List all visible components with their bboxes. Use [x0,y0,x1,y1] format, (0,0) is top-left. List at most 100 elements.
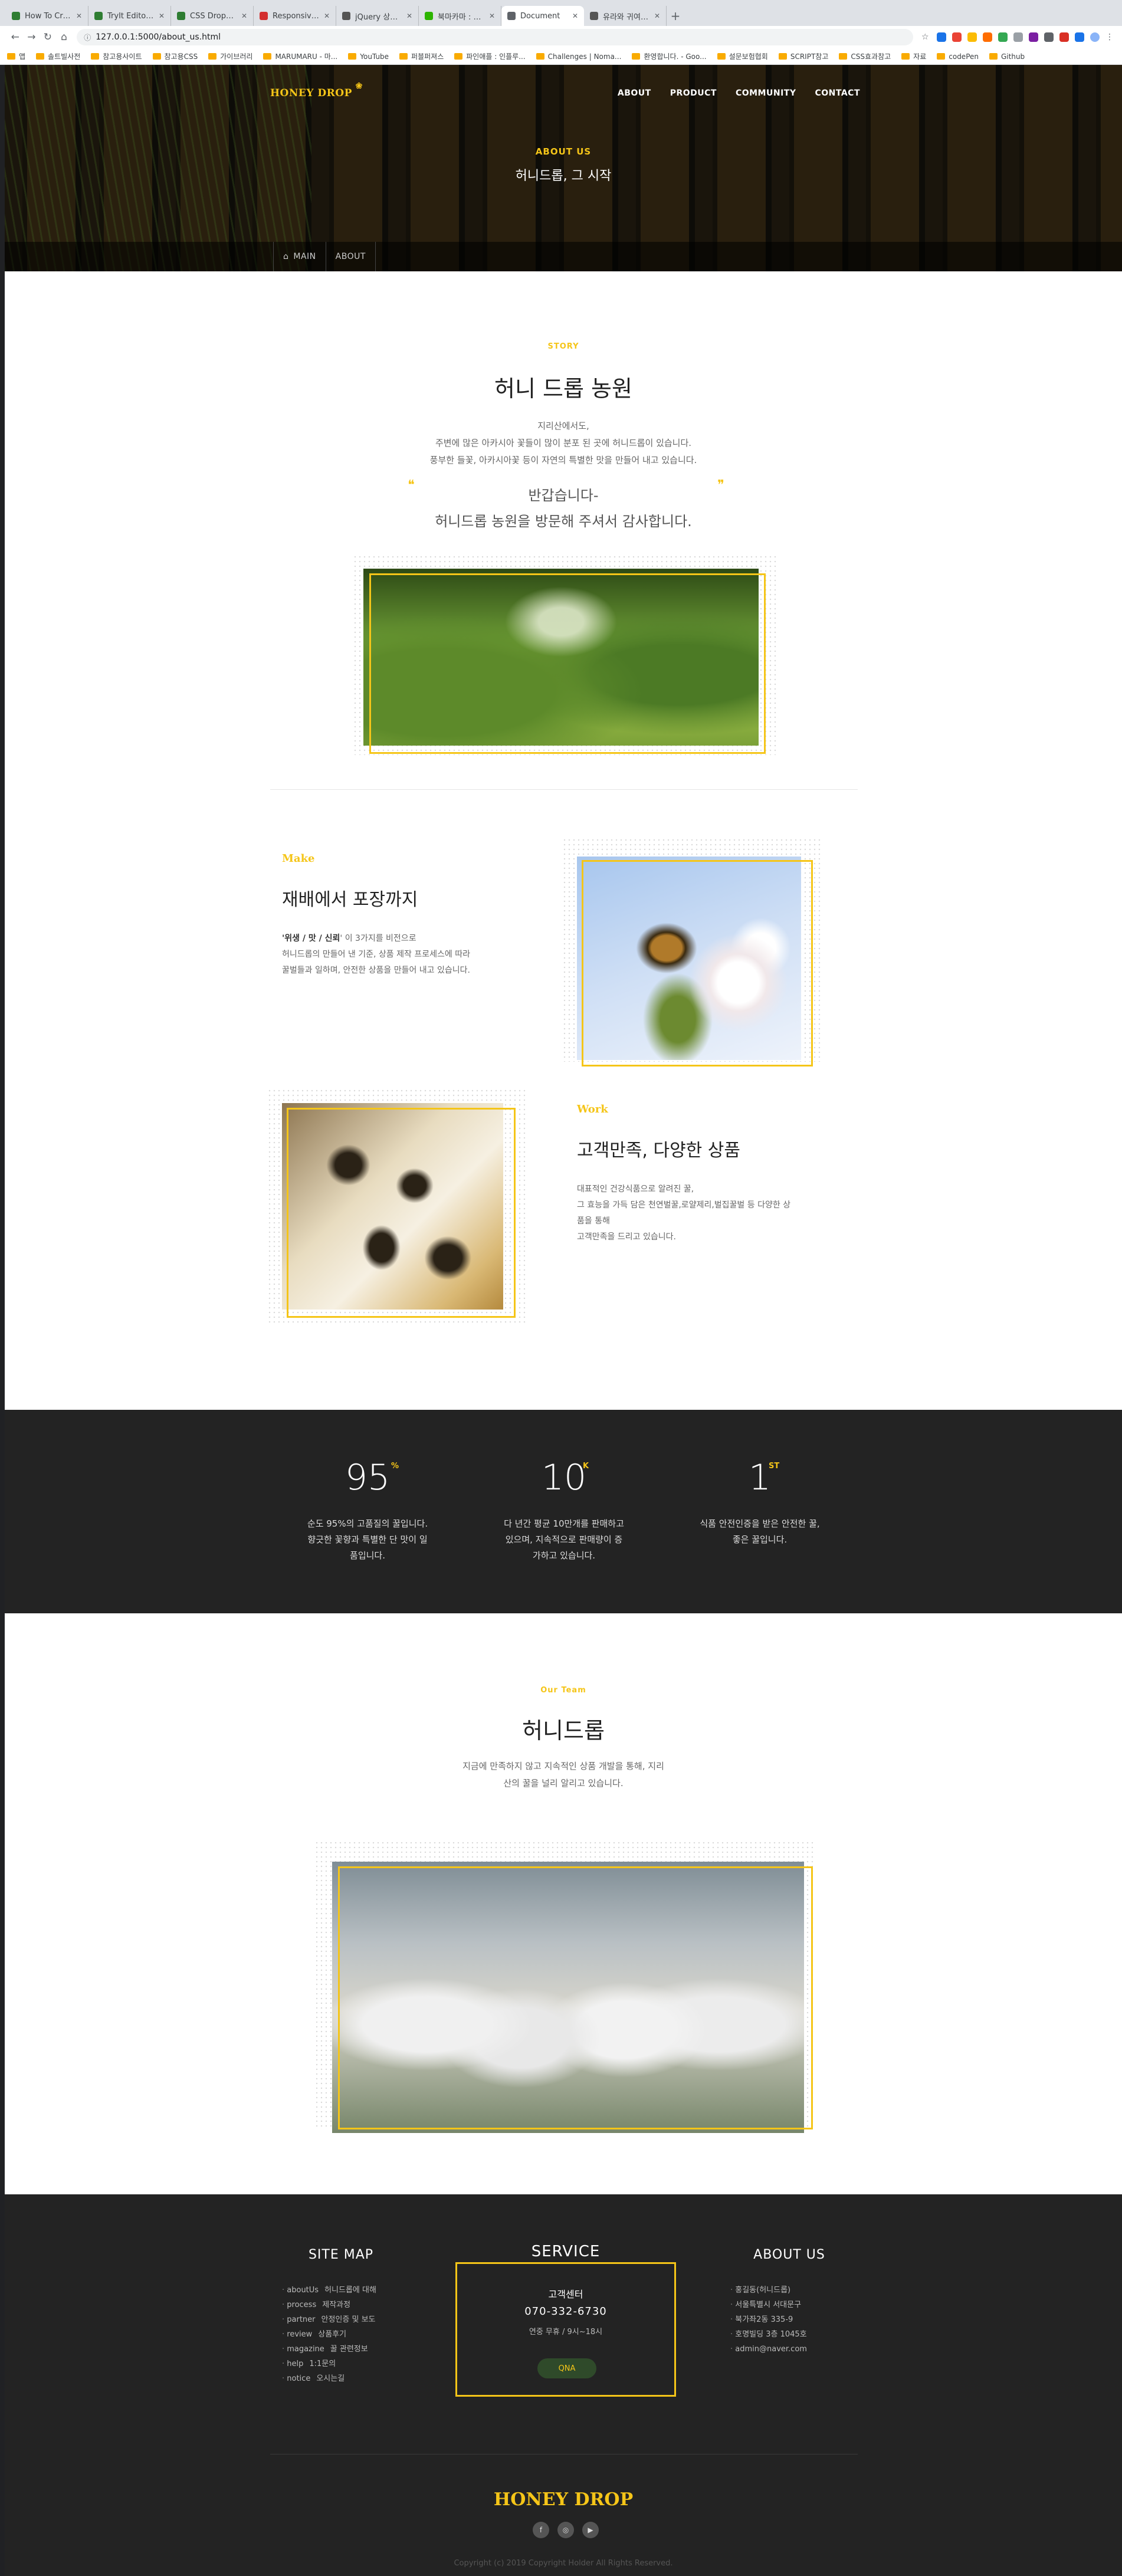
info-icon[interactable]: ⓘ [84,32,91,42]
sitemap-link[interactable]: partner 안정인증 및 보도 [282,2312,376,2327]
extension-icon[interactable] [998,32,1008,42]
close-icon[interactable]: ✕ [324,12,330,20]
address-bar-row: ← → ↻ ⌂ ⓘ 127.0.0.1:5000/about_us.html ☆… [0,26,1122,48]
nav-community[interactable]: COMMUNITY [736,88,796,98]
sitemap-key: help [287,2360,304,2368]
close-icon[interactable]: ✕ [241,12,247,20]
bookmark-item[interactable]: 가이브러리 [208,51,252,61]
reload-icon[interactable]: ↻ [40,29,56,45]
extension-icon[interactable] [983,32,993,42]
breadcrumb-current[interactable]: ABOUT [326,242,376,271]
bookmark-item[interactable]: 파인애플 : 인플루... [454,51,526,61]
bookmark-item[interactable]: CSS효과참고 [839,51,891,61]
bookmark-item[interactable]: Challenges | Noma... [536,52,621,61]
home-icon[interactable]: ⌂ [56,29,73,45]
bookmark-item[interactable]: 참고용CSS [152,51,198,61]
browser-tab[interactable]: CSS Dropdowns✕ [171,6,254,26]
bookmark-label: 참고용CSS [164,52,198,61]
breadcrumb-home-label: MAIN [293,252,316,261]
sitemap-link[interactable]: help 1:1문의 [282,2357,376,2371]
stat-line: 순도 95%의 고품질의 꿀입니다. [307,1518,428,1529]
make-text-rest: ' 이 3가지를 비전으로 [340,934,416,943]
browser-tab[interactable]: 북마카마 : 네이버 웹사이트 ✕ [419,6,501,26]
new-tab-button[interactable]: + [667,6,684,26]
bookmark-item[interactable]: Github [989,52,1025,61]
logo[interactable]: HONEY DROP ❀ [270,81,362,99]
nav-contact[interactable]: CONTACT [815,88,860,98]
nav-product[interactable]: PRODUCT [670,88,717,98]
bookmark-item[interactable]: 솔트빌사전 [36,51,80,61]
extension-icon[interactable] [1059,32,1069,42]
greeting-title: 반갑습니다- [528,487,599,504]
sitemap-link[interactable]: process 제작과정 [282,2298,376,2312]
close-icon[interactable]: ✕ [654,12,660,20]
tab-favicon-icon [177,12,185,20]
menu-icon[interactable]: ⋮ [1105,32,1115,42]
logo-text: HONEY DROP [270,87,352,99]
bookmark-item[interactable]: MARUMARU - 마... [263,51,337,61]
bookmark-item[interactable]: 참고용사이트 [91,51,142,61]
folder-icon [36,53,45,60]
stats-section: 95 % 순도 95%의 고품질의 꿀입니다. 향긋한 꽃향과 특별한 단 맛이… [5,1410,1122,1613]
bookmark-item[interactable]: 자료 [901,51,926,61]
nav-about[interactable]: ABOUT [618,88,651,98]
extension-icon[interactable] [1013,32,1023,42]
bookmark-item[interactable]: 앱 [7,51,25,61]
bookmark-label: MARUMARU - 마... [275,52,338,61]
team-photo [314,1840,816,2133]
instagram-icon[interactable]: ◎ [557,2522,574,2538]
folder-icon [91,53,100,60]
extension-icon[interactable] [967,32,977,42]
bookmark-label: SCRIPT참고 [790,52,829,61]
bookmark-item[interactable]: 설문보험협회 [717,51,768,61]
facebook-icon[interactable]: f [533,2522,549,2538]
bookmark-item[interactable]: 환영합니다. - Goo... [632,51,707,61]
close-icon[interactable]: ✕ [406,12,412,20]
browser-tab[interactable]: Document ✕ [501,6,584,26]
bookmark-item[interactable]: SCRIPT참고 [778,51,829,61]
browser-tab[interactable]: How To Create a Horizontal✕ [6,6,88,26]
qna-button[interactable]: QNA [537,2358,596,2378]
make-label: Make [282,852,315,865]
profile-avatar[interactable] [1090,32,1100,42]
bookmark-item[interactable]: 퍼블퍼져스 [399,51,444,61]
photo-frame [369,573,766,754]
bookmark-label: 파인애플 : 인플루... [466,52,526,61]
star-icon[interactable]: ☆ [921,32,931,42]
sitemap-link[interactable]: magazine 꿀 관련정보 [282,2342,376,2357]
forward-icon[interactable]: → [24,29,40,45]
extension-icon[interactable] [1029,32,1039,42]
folder-icon [717,53,726,60]
close-icon[interactable]: ✕ [489,12,495,20]
sitemap-link[interactable]: review 상품후기 [282,2327,376,2342]
extension-icon[interactable] [1075,32,1085,42]
browser-tab[interactable]: TryIt Editor v3.6 ✕ [88,6,171,26]
about-email[interactable]: admin@naver.com [730,2342,807,2357]
web-page: HONEY DROP ❀ ABOUT PRODUCT COMMUNITY CON… [5,65,1122,2576]
bookmark-item[interactable]: codePen [937,52,979,61]
team-text-1: 지금에 만족하지 않고 지속적인 상품 개발을 통해, 지리 [462,1761,664,1771]
bookmark-label: 설문보험협회 [729,52,768,61]
browser-tab[interactable]: Responsive Dropdown Navi ✕ [254,6,336,26]
url-input[interactable]: ⓘ 127.0.0.1:5000/about_us.html [77,29,914,45]
close-icon[interactable]: ✕ [572,12,578,20]
sitemap-link[interactable]: notice 오시는길 [282,2371,376,2386]
browser-tab[interactable]: jQuery 상위 요소 가져오기✕ [336,6,419,26]
nav-menu: ABOUT PRODUCT COMMUNITY CONTACT [618,88,860,98]
footer-logo[interactable]: HONEY DROP [5,2489,1122,2510]
youtube-icon[interactable]: ▶ [582,2522,599,2538]
browser-tab[interactable]: 유라와 귀여, 북마카마 - 정✕ [584,6,667,26]
close-icon[interactable]: ✕ [76,12,82,20]
tab-favicon-icon [94,12,103,20]
back-icon[interactable]: ← [7,29,24,45]
extension-icon[interactable] [937,32,947,42]
close-icon[interactable]: ✕ [159,12,165,20]
bookmark-item[interactable]: YouTube [348,52,389,61]
team-label: Our Team [540,1686,586,1695]
folder-icon [7,53,15,60]
extension-icon[interactable] [952,32,962,42]
folder-icon [632,53,641,60]
breadcrumb-home[interactable]: ⌂ MAIN [273,242,326,271]
sitemap-link[interactable]: aboutUs 허니드롭에 대해 [282,2283,376,2298]
extension-icon[interactable] [1044,32,1054,42]
